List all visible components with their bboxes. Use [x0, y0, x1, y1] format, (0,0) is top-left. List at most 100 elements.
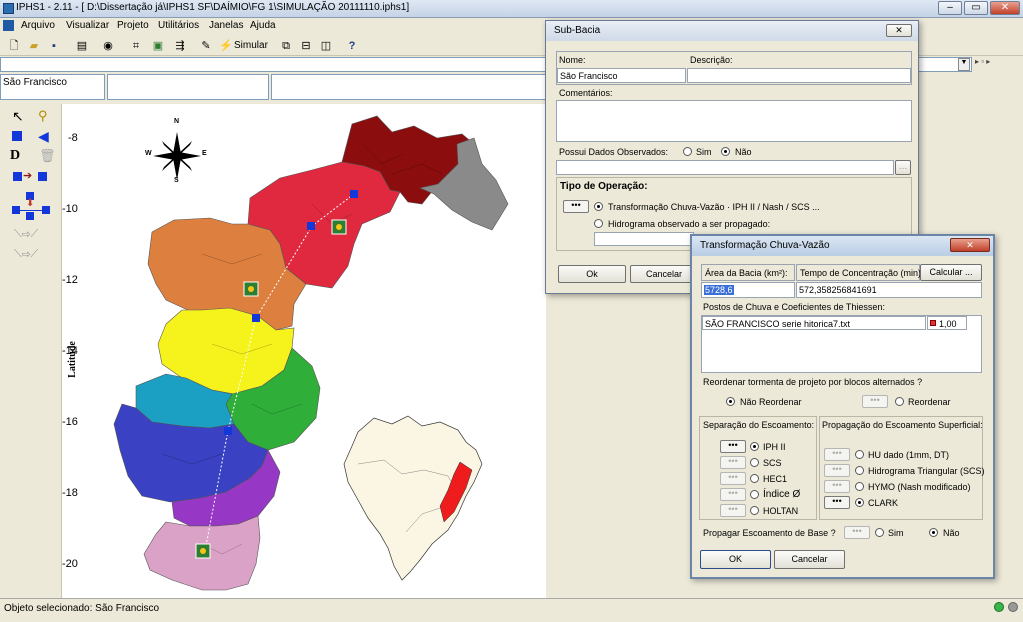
- edit-icon[interactable]: ✎: [198, 38, 214, 54]
- sep-hec1-config-button[interactable]: •••: [720, 472, 746, 485]
- save-icon[interactable]: ▪: [46, 38, 62, 54]
- posto-coef[interactable]: 1,00: [927, 316, 967, 330]
- reordenar-config-button[interactable]: •••: [862, 395, 888, 408]
- route-icon[interactable]: ⇶: [172, 38, 188, 54]
- nao-reordenar-radio[interactable]: [726, 397, 735, 406]
- transf-title-bar: Transformação Chuva-Vazão: [692, 236, 993, 256]
- tc-input[interactable]: 572,358256841691: [796, 282, 982, 298]
- menu-projeto[interactable]: Projeto: [117, 20, 149, 31]
- prop-clark-label: CLARK: [868, 498, 899, 508]
- menu-utilitarios[interactable]: Utilitários: [158, 20, 199, 31]
- base-nao-radio[interactable]: [929, 528, 938, 537]
- menu-ajuda[interactable]: Ajuda: [250, 20, 276, 31]
- transf-ok-button[interactable]: OK: [700, 550, 771, 569]
- derivation-tool-icon[interactable]: D: [10, 148, 20, 164]
- node-tool-icon[interactable]: [12, 131, 22, 141]
- map-canvas[interactable]: -8 -10 -12 -14 -16 -18 -20 Latitude N S …: [62, 104, 546, 598]
- base-sim-radio[interactable]: [875, 528, 884, 537]
- cascade-icon[interactable]: ⧉: [278, 38, 294, 54]
- comentarios-input[interactable]: [556, 100, 912, 142]
- nav-buttons[interactable]: ▸ ▫ ▸: [975, 57, 1021, 72]
- menu-arquivo[interactable]: Arquivo: [21, 20, 55, 31]
- status-indicator-2-icon: [1008, 602, 1018, 612]
- area-input[interactable]: 5728,6: [701, 282, 795, 298]
- network-icon[interactable]: ⌗: [128, 38, 144, 54]
- reservoir-tool-icon[interactable]: ◀: [38, 128, 49, 145]
- area-label-box: Área da Bacia (km²):: [701, 264, 795, 281]
- sep-indice-radio[interactable]: [750, 490, 759, 499]
- transf-close-button[interactable]: ✕: [950, 238, 990, 252]
- pointer-icon[interactable]: ↖: [12, 108, 24, 125]
- posto-row[interactable]: SÃO FRANCISCO serie hitorica7.txt: [702, 316, 926, 330]
- mdi-icon: [3, 20, 14, 31]
- prop-clark-radio[interactable]: [855, 498, 864, 507]
- observed-file-input[interactable]: [556, 160, 894, 175]
- base-config-button[interactable]: •••: [844, 526, 870, 539]
- subbacia-cancel-button[interactable]: Cancelar: [630, 265, 698, 283]
- status-indicator-icon: [994, 602, 1004, 612]
- minimize-button[interactable]: –: [938, 1, 962, 15]
- base-sim-label: Sim: [888, 528, 904, 538]
- menu-janelas[interactable]: Janelas: [209, 20, 243, 31]
- maximize-button[interactable]: ▭: [964, 1, 988, 15]
- map-icon[interactable]: ▣: [150, 38, 166, 54]
- delete-tool-icon[interactable]: 🗑: [39, 148, 56, 164]
- sep-holtan-config-button[interactable]: •••: [720, 504, 746, 517]
- sep-iph2-radio[interactable]: [750, 442, 759, 451]
- prop-hymo-config-button[interactable]: •••: [824, 480, 850, 493]
- simulate-icon[interactable]: ⚡: [218, 38, 234, 54]
- print-icon[interactable]: ▤: [74, 38, 90, 54]
- subbacia-close-button[interactable]: ✕: [886, 24, 912, 37]
- basin-map: [113, 115, 509, 591]
- junction-tool-icon[interactable]: ⬇: [12, 192, 50, 220]
- prop-hu-radio[interactable]: [855, 450, 864, 459]
- object-name-field[interactable]: São Francisco: [0, 74, 105, 100]
- close-button[interactable]: ✕: [990, 1, 1020, 15]
- new-file-icon[interactable]: 🗋: [6, 38, 22, 54]
- help-icon[interactable]: ?: [344, 38, 360, 54]
- tc-value: 572,358256841691: [799, 285, 877, 295]
- prop-triangular-radio[interactable]: [855, 466, 864, 475]
- posto-coef-value: 1,00: [939, 319, 957, 329]
- sep-indice-config-button[interactable]: •••: [720, 488, 746, 501]
- possui-label: Possui Dados Observados:: [559, 147, 669, 157]
- possui-sim-radio[interactable]: [683, 147, 692, 156]
- subbacia-ok-button[interactable]: Ok: [558, 265, 626, 283]
- sep-holtan-radio[interactable]: [750, 506, 759, 515]
- reordenar-radio[interactable]: [895, 397, 904, 406]
- sep-scs-radio[interactable]: [750, 458, 759, 467]
- sep-hec1-radio[interactable]: [750, 474, 759, 483]
- sep-scs-config-button[interactable]: •••: [720, 456, 746, 469]
- op1-config-button[interactable]: •••: [563, 200, 589, 213]
- nome-input[interactable]: São Francisco: [557, 68, 686, 83]
- compass-s: S: [174, 177, 179, 184]
- compass-w: W: [145, 150, 152, 157]
- posto-name: SÃO FRANCISCO serie hitorica7.txt: [705, 319, 851, 329]
- object-comment-field[interactable]: [271, 74, 551, 100]
- separacao-group: [699, 416, 817, 520]
- op1-radio[interactable]: [594, 202, 603, 211]
- op2-file-input[interactable]: [594, 232, 694, 246]
- prop-clark-config-button[interactable]: •••: [824, 496, 850, 509]
- zoom-icon[interactable]: ⚲: [38, 108, 48, 124]
- transf-cancel-button[interactable]: Cancelar: [774, 550, 845, 569]
- link-tool-icon[interactable]: ➔: [13, 170, 47, 182]
- globe-icon[interactable]: ◉: [100, 38, 116, 54]
- menu-visualizar[interactable]: Visualizar: [66, 20, 109, 31]
- op2-radio[interactable]: [594, 219, 603, 228]
- observed-file-browse-button[interactable]: …: [895, 160, 911, 175]
- open-folder-icon[interactable]: ▰: [26, 38, 42, 54]
- tile-horizontal-icon[interactable]: ⊟: [298, 38, 314, 54]
- calcular-button[interactable]: Calcular ...: [920, 264, 982, 281]
- object-desc-field[interactable]: [107, 74, 269, 100]
- sep-iph2-config-button[interactable]: •••: [720, 440, 746, 453]
- combo-dropdown-icon[interactable]: ▼: [958, 58, 970, 71]
- simulate-button[interactable]: Simular: [234, 40, 268, 51]
- tile-vertical-icon[interactable]: ◫: [318, 38, 334, 54]
- prop-hymo-radio[interactable]: [855, 482, 864, 491]
- prop-hu-config-button[interactable]: •••: [824, 448, 850, 461]
- possui-nao-radio[interactable]: [721, 147, 730, 156]
- prop-triangular-config-button[interactable]: •••: [824, 464, 850, 477]
- descricao-input[interactable]: [687, 68, 911, 83]
- tc-label-box: Tempo de Concentração (min):: [796, 264, 924, 281]
